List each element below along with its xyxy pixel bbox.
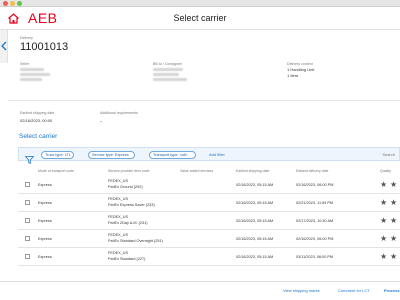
delivery-label: Delivery [20,36,33,40]
star-icon: ★ [390,216,398,225]
filter-chip-truck-type[interactable]: Truck type: LTL [41,151,74,159]
column-header-vas[interactable]: Value added services [180,169,213,173]
mode-cell: Express [38,201,52,205]
page-title: Select carrier [173,13,227,23]
provider-cell: FEDEX_US [108,197,129,201]
filter-chip-service-type[interactable]: Service type: Express [88,151,135,159]
ship-date-cell: 02/16/2023, 05:15 AM [236,219,274,223]
star-icon: ★ [390,252,398,261]
filter-chip-label: Service type: Express [92,153,129,157]
minimize-window-icon[interactable] [10,1,15,6]
delivery-date-cell: 03/11/2023, 06:00 PM [296,255,334,259]
mode-cell: Express [38,237,52,241]
row-checkbox[interactable] [25,236,30,241]
content-label: Delivery content [287,62,313,66]
column-header-mode[interactable]: Mode of transport code [38,169,74,173]
service-cell: FedEx Standard Overnight (251) [108,239,163,243]
service-cell: FedEx Ground (292) [108,185,143,189]
star-icon: ★ [380,216,388,225]
content-items: 1 Item [287,73,299,78]
content-handling-units: 1 Handling Unit [287,67,315,72]
star-icon: ★ [390,234,398,243]
delivery-date-cell: 02/21/2023, 11:59 PM [296,201,334,205]
table-row[interactable]: Express FEDEX_US FedEx Standard (227) 02… [18,248,400,266]
row-checkbox[interactable] [25,182,30,187]
star-icon: ★ [380,198,388,207]
filter-chip-label: Transport type: <all> [153,153,188,157]
ship-date-cell: 02/16/2023, 05:15 AM [236,237,274,241]
column-header-ship-date[interactable]: Earliest shipping date [236,169,269,173]
billto-redacted [153,73,179,76]
earliest-shipping-value: 02/16/2023, 00:00 [20,118,53,123]
service-cell: FedEx 2Day A.M. (231) [108,221,148,225]
filter-icon[interactable] [24,151,35,169]
row-checkbox[interactable] [25,200,30,205]
app-header: AEB Select carrier [0,7,400,30]
star-icon: ★ [380,252,388,261]
column-header-provider[interactable]: Service provider item code [108,169,149,173]
provider-cell: FEDEX_US [108,215,129,219]
earliest-shipping-label: Earliest shipping date [20,111,55,115]
requirements-value: – [100,118,103,123]
star-icon: ★ [390,198,398,207]
column-header-delivery-date[interactable]: Earliest delivery date [296,169,329,173]
billto-label: Bill to / Consignee [153,62,182,66]
column-header-quality[interactable]: Quality [380,169,391,173]
star-icon: ★ [390,180,398,189]
seller-redacted [20,73,50,76]
delivery-id: 11001013 [20,41,69,53]
ship-date-cell: 02/16/2023, 05:15 AM [236,183,274,187]
filter-chip-transport-type[interactable]: Transport type: <all> [149,151,196,159]
service-cell: FedEx Express Saver (233) [108,203,155,207]
table-row[interactable]: Express FEDEX_US FedEx Ground (292) 02/1… [18,176,400,194]
row-checkbox[interactable] [25,218,30,223]
section-title: Select carrier [19,133,58,140]
seller-redacted [20,68,44,71]
table-row[interactable]: Express FEDEX_US FedEx Standard Overnigh… [18,230,400,248]
mode-cell: Express [38,183,52,187]
row-checkbox[interactable] [25,254,30,259]
mode-cell: Express [38,219,52,223]
billto-redacted [153,68,183,71]
add-filter-button[interactable]: Add filter [209,152,225,157]
comment-for-lct-button[interactable]: Comment for LCT [338,288,370,293]
table-row[interactable]: Express FEDEX_US FedEx 2Day A.M. (231) 0… [18,212,400,230]
service-cell: FedEx Standard (227) [108,257,146,261]
ship-date-cell: 02/16/2023, 05:15 AM [236,201,274,205]
requirements-label: Additional requirements [100,111,138,115]
delivery-date-cell: 02/16/2023, 06:00 PM [296,183,334,187]
filter-bar: Truck type: LTL Service type: Express Tr… [18,147,400,165]
window-titlebar [0,0,400,7]
divider [8,100,400,101]
chevron-left-icon [1,41,7,51]
footer-divider [0,281,400,282]
seller-redacted [20,78,42,81]
provider-cell: FEDEX_US [108,251,129,255]
maximize-window-icon[interactable] [17,1,22,6]
search-input[interactable]: Search [382,152,395,157]
filter-chip-label: Truck type: LTL [45,153,71,157]
mode-cell: Express [38,255,52,259]
view-shipping-marks-button[interactable]: View shipping marks [283,288,320,293]
table-row[interactable]: Express FEDEX_US FedEx Express Saver (23… [18,194,400,212]
close-window-icon[interactable] [3,1,8,6]
star-icon: ★ [380,234,388,243]
delivery-date-cell: 02/17/2023, 10:30 AM [296,219,334,223]
star-icon: ★ [380,180,388,189]
process-button[interactable]: Process [384,288,400,293]
side-panel-toggle[interactable] [0,30,8,63]
provider-cell: FEDEX_US [108,233,129,237]
ship-date-cell: 02/16/2023, 05:15 AM [236,255,274,259]
delivery-date-cell: 02/16/2023, 06:00 PM [296,237,334,241]
provider-cell: FEDEX_US [108,179,129,183]
seller-label: Seller [20,62,30,66]
billto-redacted [153,78,187,81]
